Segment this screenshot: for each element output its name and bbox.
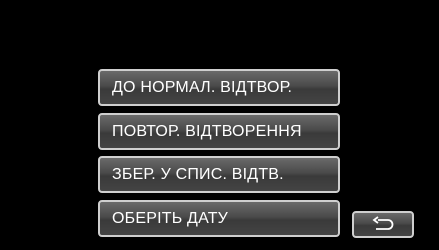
return-arrow-icon [372,216,394,230]
normal-playback-button[interactable]: ДО НОРМАЛ. ВІДТВОР. [98,69,340,106]
select-date-label: ОБЕРІТЬ ДАТУ [112,210,229,227]
repeat-playback-button[interactable]: ПОВТОР. ВІДТВОРЕННЯ [98,113,340,150]
back-button[interactable] [352,211,414,238]
save-playlist-label: ЗБЕР. У СПИС. ВІДТВ. [112,166,284,183]
repeat-playback-label: ПОВТОР. ВІДТВОРЕННЯ [112,123,302,140]
save-playlist-button[interactable]: ЗБЕР. У СПИС. ВІДТВ. [98,156,340,193]
playback-menu-screen: ДО НОРМАЛ. ВІДТВОР. ПОВТОР. ВІДТВОРЕННЯ … [0,0,439,250]
normal-playback-label: ДО НОРМАЛ. ВІДТВОР. [112,79,293,96]
select-date-button[interactable]: ОБЕРІТЬ ДАТУ [98,200,340,237]
